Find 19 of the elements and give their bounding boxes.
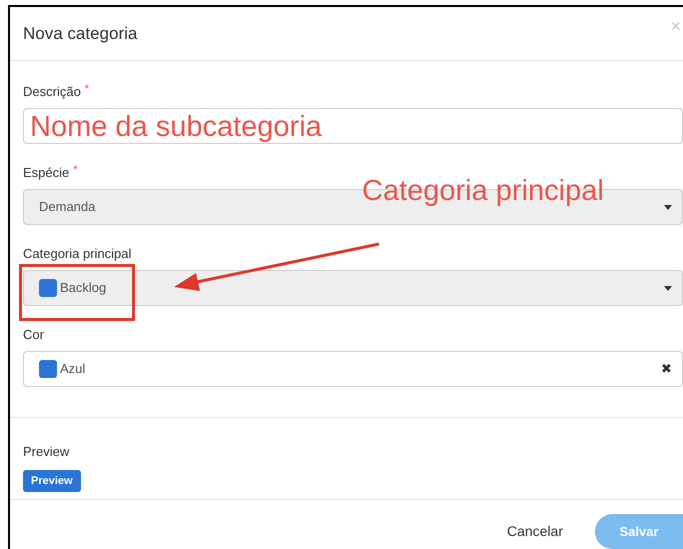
caret-icon bbox=[664, 286, 672, 291]
field-value: Demanda bbox=[39, 198, 96, 216]
field-label: Descrição bbox=[23, 83, 81, 100]
select-field[interactable]: Azul ✖ bbox=[23, 351, 683, 388]
input-field[interactable] bbox=[23, 108, 683, 144]
field-label: Categoria principal bbox=[23, 245, 132, 262]
clear-icon[interactable]: ✖ bbox=[661, 359, 672, 379]
field-label: Espécie bbox=[23, 164, 70, 182]
field-value: Backlog bbox=[60, 279, 106, 298]
caret-icon bbox=[664, 204, 672, 210]
required-mark: * bbox=[84, 83, 90, 96]
required-mark: * bbox=[73, 164, 78, 176]
preview-label: Preview bbox=[23, 443, 70, 462]
preview-tag: Preview bbox=[23, 470, 81, 492]
cancel-button[interactable]: Cancelar bbox=[506, 521, 563, 542]
field-value: Azul bbox=[60, 360, 86, 378]
field-label: Cor bbox=[23, 326, 44, 344]
dialog-title: Nova categoria bbox=[23, 22, 138, 45]
annotation-text: Nome da subcategoria bbox=[30, 110, 322, 145]
